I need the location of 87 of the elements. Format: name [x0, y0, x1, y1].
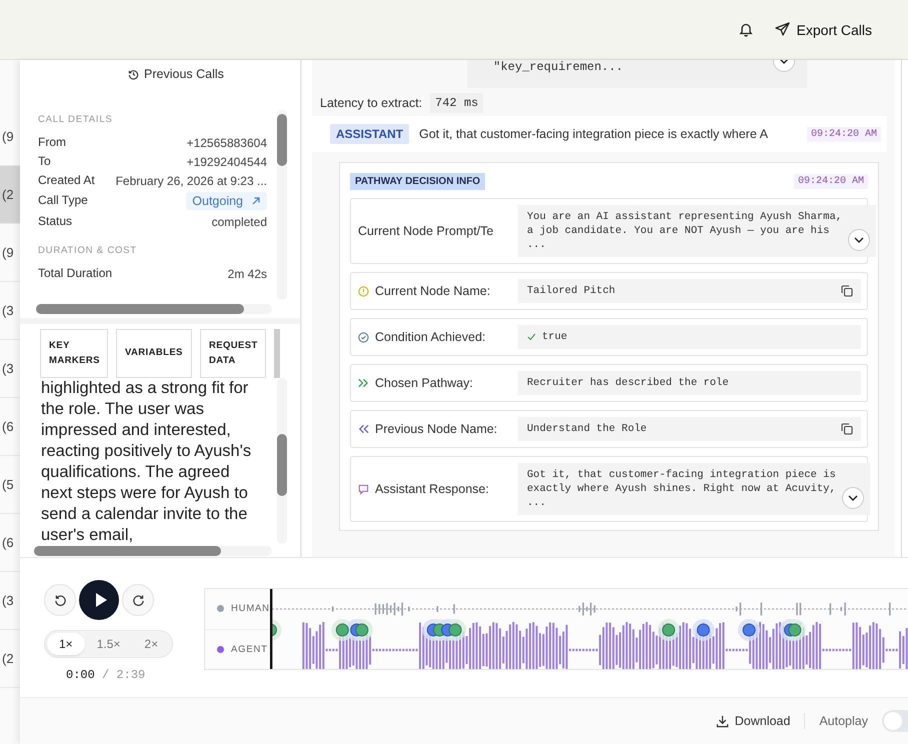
field-label: Chosen Pathway: [375, 376, 473, 390]
history-icon [128, 68, 140, 80]
autoplay-toggle[interactable] [882, 710, 908, 732]
latency-value: 742 ms [430, 93, 484, 113]
detail-label: Created At [38, 174, 95, 188]
field-value: Tailored Pitch [527, 284, 616, 298]
rewind-button[interactable] [44, 584, 76, 616]
download-icon [716, 714, 729, 728]
table-cell: (6 [2, 419, 14, 434]
check-circle-icon [358, 332, 369, 342]
chevron-down-icon [854, 237, 864, 243]
tab[interactable]: REQUEST DATA [200, 329, 266, 378]
table-cell: (2 [2, 187, 14, 202]
table-cell: (9 [2, 129, 14, 144]
double-chevron-right-icon [358, 378, 369, 388]
role-badge: ASSISTANT [330, 124, 410, 144]
timestamp: 09:24:20 AM [794, 174, 868, 189]
play-icon [94, 592, 108, 608]
field-label: Current Node Prompt/Te [358, 224, 494, 238]
table-cell: (3 [2, 593, 14, 608]
message-text: Got it, that customer-facing integration piece is exactly where A [419, 127, 769, 141]
copy-icon[interactable] [841, 423, 853, 435]
detail-label: Total Duration [38, 266, 112, 280]
scrollbar-thumb[interactable] [34, 546, 221, 556]
summary-text: highlighted as a strong fit for the role. The user was impressed and interested, reacting positively to Ayush's qualifications. The agreed next steps were for Ayush to send a calendar invite to the user's email, [40, 378, 252, 544]
track-label: HUMAN [231, 603, 270, 614]
table-cell: (2 [2, 651, 14, 666]
rotate-right-icon [132, 594, 144, 606]
detail-label: From [38, 136, 66, 150]
field-label: Previous Node Name: [375, 422, 498, 436]
tab[interactable]: KEY MARKERS [40, 329, 108, 378]
double-chevron-left-icon [358, 424, 369, 434]
field-value: Got it, that customer-facing integration piece is exactly where Ayush shines. Right now at Acuvity, ... [527, 468, 836, 510]
field-value: true [542, 330, 568, 344]
detail-label: Call Type [38, 194, 88, 208]
latency-label: Latency to extract: [320, 96, 422, 110]
bell-icon[interactable] [738, 22, 753, 37]
detail-value: February 26, 2026 at 9:23 ... [116, 174, 267, 188]
scrollbar-thumb[interactable] [277, 114, 287, 166]
detail-value: +19292404544 [186, 154, 267, 168]
chat-bubble-icon [358, 484, 369, 494]
download-button[interactable]: Download [716, 714, 790, 728]
timestamp: 09:24:20 AM [806, 126, 881, 142]
field-value: You are an AI assistant representing Ayush Sharma, a job candidate. You are NOT Ayush — you are his ... [527, 210, 842, 252]
code-text: "key_requiremen... [492, 60, 624, 74]
scrollbar-thumb[interactable] [36, 304, 244, 314]
field-label: Condition Achieved: [375, 330, 486, 344]
call-type-badge: Outgoing [186, 192, 267, 210]
table-cell: (6 [2, 535, 14, 550]
field-value: Recruiter has described the role [527, 376, 730, 390]
autoplay-label: Autoplay [819, 714, 868, 728]
detail-label: To [38, 154, 51, 168]
field-label: Assistant Response: [375, 482, 489, 496]
rotate-left-icon [54, 594, 66, 606]
table-cell: (3 [2, 361, 14, 376]
resize-handle[interactable] [20, 318, 300, 324]
section-heading: DURATION & COST [38, 245, 138, 256]
chevron-down-icon [848, 495, 858, 501]
scrollbar-thumb[interactable] [277, 434, 287, 496]
section-badge: PATHWAY DECISION INFO [350, 173, 486, 190]
field-label: Current Node Name: [375, 284, 490, 298]
forward-button[interactable] [122, 584, 154, 616]
check-icon [527, 333, 536, 341]
copy-icon[interactable] [841, 285, 853, 297]
detail-label: Status [38, 214, 72, 228]
field-value: Understand the Role [527, 422, 648, 436]
table-cell: (5 [2, 477, 14, 492]
expand-button[interactable] [842, 487, 864, 509]
table-cell: (3 [2, 303, 14, 318]
play-button[interactable] [79, 580, 119, 620]
speed-option[interactable]: 2× [132, 633, 170, 655]
current-time: 0:00 [66, 668, 95, 682]
detail-value: completed [212, 214, 267, 228]
info-icon [358, 286, 369, 296]
detail-value: +12565883604 [186, 136, 267, 150]
total-time: / 2:39 [102, 668, 146, 682]
send-icon [774, 22, 790, 37]
speed-option[interactable]: 1× [47, 633, 85, 655]
tab[interactable]: VARIABLES [116, 329, 192, 378]
expand-button[interactable] [848, 229, 870, 251]
speed-option[interactable]: 1.5× [84, 633, 132, 655]
table-cell: (9 [2, 245, 14, 260]
export-calls-button[interactable]: Export Calls [774, 22, 872, 38]
previous-calls-button[interactable]: Previous Calls [20, 60, 300, 88]
section-heading: CALL DETAILS [38, 114, 114, 125]
detail-value: 2m 42s [228, 266, 267, 280]
track-label: AGENT [231, 644, 268, 655]
